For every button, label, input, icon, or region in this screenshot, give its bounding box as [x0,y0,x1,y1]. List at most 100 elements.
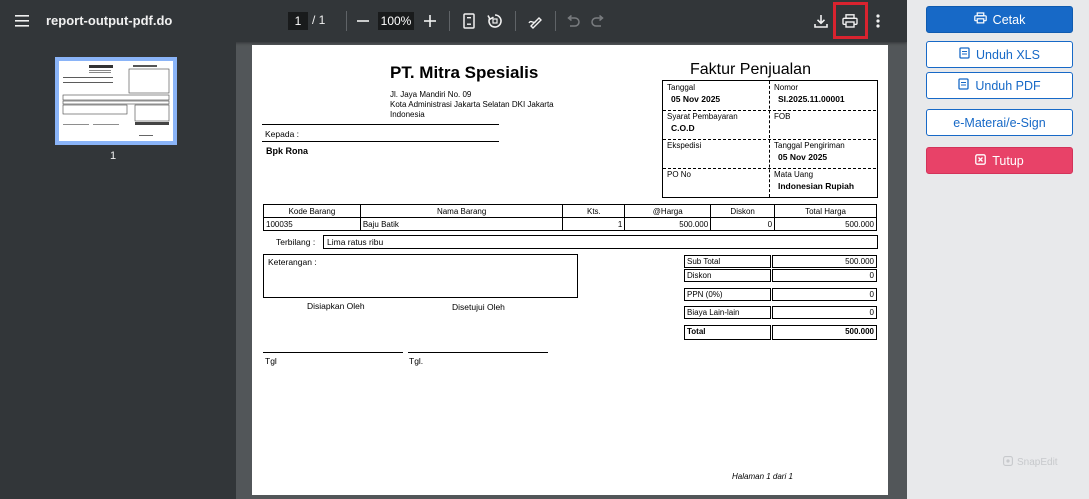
toolbar-divider [515,11,516,31]
field-label: Tanggal [667,83,696,92]
syarat-field: Syarat Pembayaran C.O.D [663,110,771,135]
summary-value: 500.000 [772,325,877,340]
signature-line [263,352,403,353]
e-materai-button[interactable]: e-Materai/e-Sign [926,109,1073,136]
company-address: Jl. Jaya Mandiri No. 09 Kota Administras… [390,90,554,120]
table-header-row: Kode Barang Nama Barang Kts. @Harga Disk… [263,204,877,218]
cetak-button[interactable]: Cetak [926,6,1073,33]
undo-icon[interactable] [564,12,582,30]
table-cell: 500.000 [624,217,712,231]
invoice-title: Faktur Penjualan [690,61,811,78]
kepada-label: Kepada : [265,129,300,139]
summary-value: 0 [772,306,877,319]
nomor-field: Nomor SI.2025.11.00001 [770,81,878,106]
company-name: PT. Mitra Spesialis [390,63,539,82]
viewer-toolbar: report-output-pdf.do 1 / 1 100% [0,0,907,42]
summary-value: 0 [772,269,877,282]
table-cell: 1 [562,217,626,231]
pdf-viewer: report-output-pdf.do 1 / 1 100% 1 PT. Mi… [0,0,907,499]
button-label: Unduh PDF [975,78,1041,93]
button-label: Unduh XLS [976,47,1040,62]
summary-value: 500.000 [772,255,877,268]
ekspedisi-field: Ekspedisi [663,139,771,154]
column-header: Kts. [562,204,626,218]
keterangan-label: Keterangan : [268,257,317,267]
page-footer: Halaman 1 dari 1 [732,472,793,481]
summary-value: 0 [772,288,877,301]
terbilang-value: Lima ratus ribu [323,235,878,249]
field-label: Nomor [774,83,799,92]
menu-icon[interactable] [13,12,31,30]
unduh-xls-button[interactable]: Unduh XLS [926,41,1073,68]
field-value: C.O.D [671,123,695,133]
field-label: Syarat Pembayaran [667,112,738,121]
page-number-input[interactable]: 1 [288,12,308,30]
redo-icon[interactable] [589,12,607,30]
invoice-header-box: Tanggal 05 Nov 2025 Nomor SI.2025.11.000… [662,80,878,198]
field-label: FOB [774,112,791,121]
print-icon [973,12,987,27]
table-row: 100035 Baju Batik 1 500.000 0 500.000 [263,217,877,231]
tanggal-pengiriman-field: Tanggal Pengiriman 05 Nov 2025 [770,139,878,164]
terbilang-label: Terbilang : [276,237,316,247]
pdf-page: PT. Mitra Spesialis Jl. Jaya Mandiri No.… [252,45,888,495]
summary-label: Sub Total [684,255,771,268]
field-label: Tanggal Pengiriman [774,141,845,150]
divider [262,124,499,125]
subtotal-row: Sub Total 500.000 [684,255,877,268]
po-field: PO No [663,168,771,183]
disiapkan-oleh-label: Disiapkan Oleh [307,301,365,311]
signature-line [408,352,548,353]
field-label: Mata Uang [774,170,814,179]
watermark-text: SnapEdit [1017,457,1058,468]
document-title: report-output-pdf.do [46,13,173,28]
address-line: Jl. Jaya Mandiri No. 09 [390,90,472,99]
address-line: Indonesia [390,110,425,119]
zoom-out-icon[interactable] [354,12,372,30]
table-cell: Baju Batik [359,217,564,231]
mata-uang-field: Mata Uang Indonesian Rupiah [770,168,878,193]
items-table: Kode Barang Nama Barang Kts. @Harga Disk… [263,204,877,231]
toolbar-divider [346,11,347,31]
divider [262,141,499,142]
total-row: Total 500.000 [684,325,877,340]
fob-field: FOB [770,110,878,125]
zoom-in-icon[interactable] [421,12,439,30]
toolbar-divider [555,11,556,31]
field-value: Indonesian Rupiah [778,181,855,191]
annotate-pen-icon[interactable] [526,11,546,31]
button-label: e-Materai/e-Sign [953,115,1046,130]
tutup-button[interactable]: Tutup [926,147,1073,174]
tgl-label: Tgl [265,356,277,366]
customer-name: Bpk Rona [266,146,309,156]
thumbnail-page-number: 1 [110,150,117,162]
table-cell: 500.000 [774,217,877,231]
zoom-level-input[interactable]: 100% [378,12,414,30]
summary-label: Total [684,325,771,340]
column-header: Kode Barang [263,204,361,218]
print-highlight-box [833,2,868,39]
column-header: @Harga [624,204,712,218]
field-value: 05 Nov 2025 [778,152,828,162]
field-value: SI.2025.11.00001 [778,94,845,104]
unduh-pdf-button[interactable]: Unduh PDF [926,72,1073,99]
page-thumbnail[interactable] [55,57,177,145]
summary-label: Diskon [684,269,771,282]
tgl-label: Tgl. [409,356,424,366]
rotate-icon[interactable] [485,11,505,31]
more-options-icon[interactable] [870,11,886,31]
button-label: Tutup [992,153,1024,168]
summary-label: Biaya Lain-lain [684,306,771,319]
file-download-icon [959,47,970,62]
button-label: Cetak [992,12,1026,27]
address-line: Kota Administrasi Jakarta Selatan DKI Ja… [390,100,554,109]
column-header: Diskon [710,204,776,218]
disetujui-oleh-label: Disetujui Oleh [452,302,505,312]
diskon-row: Diskon 0 [684,269,877,282]
ppn-row: PPN (0%) 0 [684,288,877,301]
download-icon[interactable] [811,11,831,31]
table-cell: 0 [710,217,776,231]
toolbar-divider [449,11,450,31]
file-download-icon [958,78,969,93]
fit-page-icon[interactable] [460,11,478,31]
